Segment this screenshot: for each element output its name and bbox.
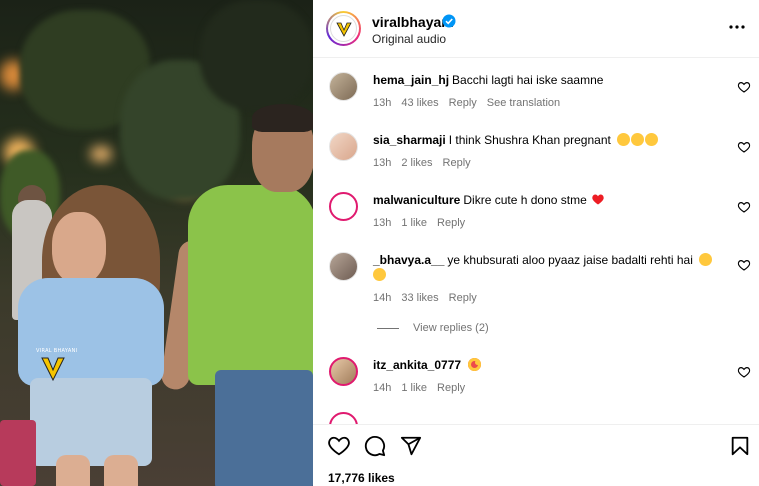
- comment-text: Dikre cute h dono stme: [463, 193, 587, 207]
- more-options-icon[interactable]: [728, 17, 746, 37]
- comment-text: Bacchi lagti hai iske saamne: [452, 73, 604, 87]
- view-replies-button[interactable]: View replies (2): [377, 322, 489, 334]
- heart-eyes-face-icon: [468, 358, 482, 371]
- reply-button[interactable]: Reply: [437, 217, 465, 229]
- comment-body: itz_ankita_0777: [373, 358, 713, 373]
- commenter-avatar[interactable]: [329, 192, 358, 221]
- laughing-face-icon: [699, 253, 713, 266]
- author-logo-icon: [335, 22, 352, 37]
- comment-meta: 13h 1 like Reply: [373, 217, 475, 229]
- comment-item: malwaniculture Dikre cute h dono stme 13h…: [313, 178, 759, 236]
- thinking-face-icon: [631, 133, 645, 146]
- comment-item: itz_ankita_0777 14h 1 like Reply: [313, 343, 759, 401]
- comment-body: _bhavya.a__ ye khubsurati aloo pyaaz jais…: [373, 253, 718, 283]
- red-heart-icon: [592, 194, 604, 205]
- author-avatar[interactable]: [326, 11, 361, 46]
- comment-likes[interactable]: 1 like: [401, 382, 427, 394]
- commenter-avatar-partial[interactable]: [329, 412, 358, 424]
- comments-list[interactable]: hema_jain_hj Bacchi lagti hai iske saamne…: [313, 58, 759, 424]
- comment-item: _bhavya.a__ ye khubsurati aloo pyaaz jais…: [313, 238, 759, 314]
- comment-text: I think Shushra Khan pregnant: [448, 133, 611, 147]
- comment-time: 14h: [373, 382, 392, 394]
- comment-body: sia_sharmaji I think Shushra Khan pregnan…: [373, 133, 713, 148]
- comment-time: 14h: [373, 292, 392, 304]
- reply-button[interactable]: Reply: [443, 157, 471, 169]
- comment-username[interactable]: malwaniculture: [373, 193, 460, 207]
- comment-time: 13h: [373, 97, 392, 109]
- comment-time: 13h: [373, 217, 392, 229]
- woman-leg-left: [56, 455, 90, 486]
- share-send-icon[interactable]: [400, 435, 422, 457]
- like-heart-icon[interactable]: [737, 365, 751, 379]
- reply-button[interactable]: Reply: [437, 382, 465, 394]
- comment-meta: 14h 1 like Reply: [373, 382, 475, 394]
- comment-likes[interactable]: 1 like: [401, 217, 427, 229]
- comment-likes[interactable]: 43 likes: [401, 97, 438, 109]
- save-bookmark-icon[interactable]: [729, 435, 751, 457]
- woman-leg-right: [104, 455, 138, 486]
- foliage-3: [200, 0, 313, 110]
- commenter-avatar[interactable]: [329, 72, 358, 101]
- comment-username[interactable]: hema_jain_hj: [373, 73, 449, 87]
- pink-bag: [0, 420, 36, 486]
- comment-likes[interactable]: 2 likes: [401, 157, 432, 169]
- like-heart-icon[interactable]: [737, 80, 751, 94]
- thinking-face-icon: [617, 133, 631, 146]
- commenter-avatar[interactable]: [329, 357, 358, 386]
- comment-bubble-icon[interactable]: [364, 435, 386, 457]
- thinking-face-icon: [645, 133, 659, 146]
- reel-video[interactable]: VIRAL BHAYANI: [0, 0, 313, 486]
- comment-item: hema_jain_hj Bacchi lagti hai iske saamne…: [313, 58, 759, 116]
- comment-text: ye khubsurati aloo pyaaz jaise badalti r…: [447, 253, 693, 267]
- comment-meta: 13h 43 likes Reply See translation: [373, 97, 570, 109]
- post-header: viralbhayani Original audio: [313, 0, 759, 58]
- reply-button[interactable]: Reply: [449, 292, 477, 304]
- see-translation-button[interactable]: See translation: [487, 97, 560, 109]
- comment-username[interactable]: _bhavya.a__: [373, 253, 444, 267]
- view-replies-label: View replies (2): [413, 322, 489, 334]
- comment-likes[interactable]: 33 likes: [401, 292, 438, 304]
- comment-body: malwaniculture Dikre cute h dono stme: [373, 193, 713, 208]
- like-heart-icon[interactable]: [737, 258, 751, 272]
- likes-count[interactable]: 17,776 likes: [328, 471, 395, 485]
- comment-username[interactable]: sia_sharmaji: [373, 133, 446, 147]
- comment-username[interactable]: itz_ankita_0777: [373, 358, 461, 372]
- like-heart-icon[interactable]: [737, 140, 751, 154]
- watermark-logo-icon: [41, 357, 65, 382]
- post-panel: viralbhayani Original audio hema_jain_hj…: [313, 0, 759, 486]
- bg-light-4: [90, 146, 112, 162]
- post-actions-bar: 17,776 likes: [313, 424, 759, 486]
- man-green-shirt: [188, 185, 313, 385]
- woman-face: [52, 212, 106, 284]
- comment-meta: 14h 33 likes Reply: [373, 292, 487, 304]
- comment-item: sia_sharmaji I think Shushra Khan pregnan…: [313, 118, 759, 176]
- laughing-face-icon: [373, 268, 386, 281]
- comment-meta: 13h 2 likes Reply: [373, 157, 481, 169]
- replies-divider: [377, 327, 399, 329]
- verified-badge-icon: [442, 14, 456, 28]
- commenter-avatar[interactable]: [329, 252, 358, 281]
- audio-link[interactable]: Original audio: [372, 32, 446, 46]
- reply-button[interactable]: Reply: [449, 97, 477, 109]
- like-heart-icon[interactable]: [737, 200, 751, 214]
- commenter-avatar[interactable]: [329, 132, 358, 161]
- like-heart-icon[interactable]: [328, 435, 350, 457]
- woman-denim-shorts: [30, 378, 152, 466]
- comment-body: hema_jain_hj Bacchi lagti hai iske saamne: [373, 73, 713, 88]
- comment-time: 13h: [373, 157, 392, 169]
- man-hair: [252, 104, 313, 132]
- man-jeans: [215, 370, 313, 486]
